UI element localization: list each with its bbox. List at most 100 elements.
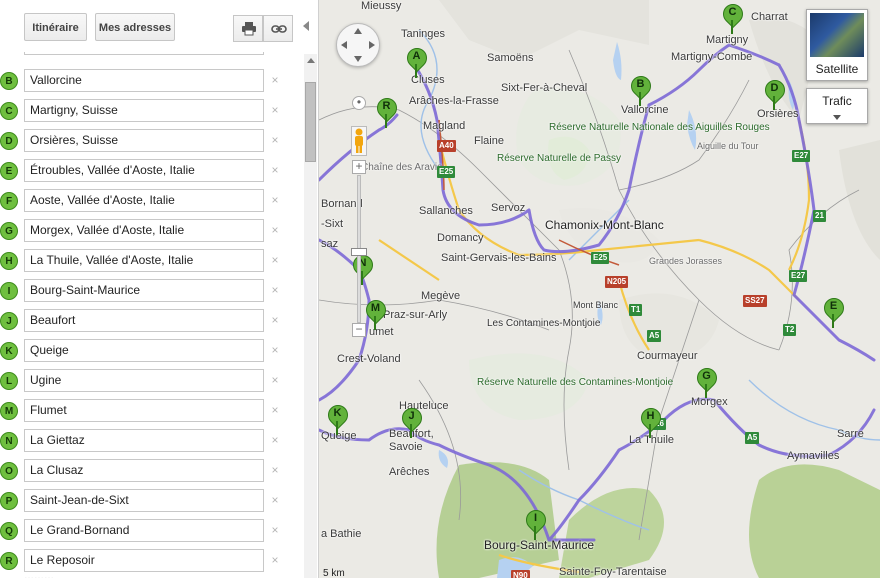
- waypoint-input[interactable]: Bourg-Saint-Maurice: [24, 279, 264, 302]
- scroll-up-icon[interactable]: [307, 58, 315, 63]
- remove-waypoint-button[interactable]: ×: [269, 493, 281, 507]
- waypoint-pin-c[interactable]: C: [718, 0, 748, 36]
- my-addresses-button[interactable]: Mes adresses: [95, 13, 175, 41]
- road-shield-e25-b: E25: [591, 252, 610, 264]
- zoom-slider-knob[interactable]: [351, 248, 367, 256]
- street-view-pegman[interactable]: [351, 126, 367, 156]
- remove-waypoint-button[interactable]: ×: [269, 163, 281, 177]
- waypoint-row: M Flumet ×: [0, 395, 300, 425]
- sidebar-scrollbar[interactable]: [304, 54, 317, 578]
- remove-waypoint-button[interactable]: ×: [269, 223, 281, 237]
- waypoint-row: I Bourg-Saint-Maurice ×: [0, 275, 300, 305]
- link-button[interactable]: [263, 15, 293, 42]
- remove-waypoint-button[interactable]: ×: [269, 73, 281, 87]
- remove-waypoint-button[interactable]: ×: [269, 433, 281, 447]
- road-shield-21: 21: [813, 210, 826, 222]
- road-shield-a40: A40: [437, 140, 456, 152]
- waypoint-row: L Ugine ×: [0, 365, 300, 395]
- remove-waypoint-button[interactable]: ×: [269, 463, 281, 477]
- waypoint-input[interactable]: Aoste, Vallée d'Aoste, Italie: [24, 189, 264, 212]
- place-charrat: Charrat: [751, 11, 788, 23]
- waypoint-input[interactable]: Ugine: [24, 369, 264, 392]
- place-praz-sur-arly: Praz-sur-Arly: [383, 309, 448, 321]
- waypoint-row: B Vallorcine ×: [0, 65, 300, 95]
- zoom-in-button[interactable]: +: [352, 160, 366, 174]
- map-canvas[interactable]: Mieussy Taninges Samoëns Cluses Sixt-Fer…: [319, 0, 880, 578]
- waypoint-input[interactable]: Queige: [24, 339, 264, 362]
- remove-waypoint-button[interactable]: ×: [269, 283, 281, 297]
- remove-waypoint-button[interactable]: ×: [269, 103, 281, 117]
- sidebar-footnote: ………: [24, 571, 54, 578]
- waypoint-input[interactable]: La Clusaz: [24, 459, 264, 482]
- place-samoens: Samoëns: [487, 52, 534, 64]
- remove-waypoint-button[interactable]: ×: [269, 523, 281, 537]
- waypoint-marker-icon: D: [0, 132, 18, 150]
- place-sallanches: Sallanches: [419, 205, 473, 217]
- waypoint-pin-r[interactable]: R: [372, 93, 402, 130]
- remove-waypoint-button[interactable]: ×: [269, 343, 281, 357]
- print-button[interactable]: [233, 15, 263, 42]
- collapse-panel-button[interactable]: [300, 18, 312, 34]
- waypoint-input[interactable]: Le Grand-Bornand: [24, 519, 264, 542]
- waypoint-marker-icon: B: [0, 72, 18, 90]
- sidebar-toolbar: Itinéraire Mes adresses: [0, 0, 318, 52]
- satellite-toggle[interactable]: Satellite: [806, 9, 868, 81]
- place-martigny-combe: Martigny-Combe: [671, 51, 753, 63]
- waypoint-input[interactable]: La Giettaz: [24, 429, 264, 452]
- place-aymavilles: Aymavilles: [787, 450, 840, 462]
- remove-waypoint-button[interactable]: ×: [269, 553, 281, 567]
- waypoint-marker-icon: I: [0, 282, 18, 300]
- waypoint-pin-m[interactable]: M: [361, 295, 391, 332]
- place-flaine: Flaine: [474, 135, 504, 147]
- waypoint-pin-n[interactable]: N: [348, 250, 378, 287]
- place-taninges: Taninges: [401, 28, 446, 40]
- waypoint-input[interactable]: Orsières, Suisse: [24, 129, 264, 152]
- waypoint-input[interactable]: Martigny, Suisse: [24, 99, 264, 122]
- road-shield-a5-b: A5: [745, 432, 760, 444]
- chevron-down-icon: [833, 115, 841, 120]
- waypoint-input[interactable]: Saint-Jean-de-Sixt: [24, 489, 264, 512]
- waypoint-pin-d[interactable]: D: [760, 75, 790, 112]
- waypoint-input[interactable]: Morgex, Vallée d'Aoste, Italie: [24, 219, 264, 242]
- place-servoz: Servoz: [491, 202, 526, 214]
- waypoint-row: H La Thuile, Vallée d'Aoste, Italie ×: [0, 245, 300, 275]
- pan-control[interactable]: [336, 23, 380, 75]
- waypoint-pin-j[interactable]: J: [397, 403, 427, 440]
- waypoint-marker-icon: G: [0, 222, 18, 240]
- waypoint-input[interactable]: Le Reposoir: [24, 549, 264, 572]
- waypoint-list: B Vallorcine × C Martigny, Suisse × D Orsières,…: [0, 52, 300, 578]
- traffic-dropdown[interactable]: Trafic: [806, 88, 868, 124]
- waypoint-input[interactable]: Flumet: [24, 399, 264, 422]
- zoom-reset-button[interactable]: •: [352, 96, 366, 110]
- remove-waypoint-button[interactable]: ×: [269, 373, 281, 387]
- remove-waypoint-button[interactable]: ×: [269, 403, 281, 417]
- itinerary-button[interactable]: Itinéraire: [24, 13, 87, 41]
- waypoint-input[interactable]: Vallorcine: [24, 69, 264, 92]
- pan-arrows-icon: [341, 28, 375, 62]
- waypoint-pin-b[interactable]: B: [626, 71, 656, 108]
- waypoint-input[interactable]: Étroubles, Vallée d'Aoste, Italie: [24, 159, 264, 182]
- place-sixt-short: -Sixt: [321, 218, 343, 230]
- waypoint-pin-a[interactable]: A: [402, 43, 432, 80]
- zoom-out-button[interactable]: −: [352, 323, 366, 337]
- scroll-thumb[interactable]: [305, 82, 316, 162]
- place-reserve-contamines: Réserve Naturelle des Contamines-Montjoi…: [477, 377, 674, 388]
- waypoint-input[interactable]: Beaufort: [24, 309, 264, 332]
- remove-waypoint-button[interactable]: ×: [269, 313, 281, 327]
- remove-waypoint-button[interactable]: ×: [269, 253, 281, 267]
- waypoint-pin-k[interactable]: K: [323, 400, 353, 437]
- satellite-thumbnail: [810, 13, 864, 57]
- remove-waypoint-button[interactable]: ×: [269, 193, 281, 207]
- waypoint-marker-icon: R: [0, 552, 18, 570]
- waypoint-pin-h[interactable]: H: [636, 403, 666, 440]
- place-sainte-foy: Sainte-Foy-Tarentaise: [559, 566, 667, 578]
- waypoint-pin-i[interactable]: I: [521, 505, 551, 542]
- place-grandes-jorasses: Grandes Jorasses: [649, 256, 723, 266]
- road-shield-e27: E27: [792, 150, 811, 162]
- waypoint-pin-g[interactable]: G: [692, 363, 722, 400]
- waypoint-marker-icon: N: [0, 432, 18, 450]
- waypoint-input[interactable]: La Thuile, Vallée d'Aoste, Italie: [24, 249, 264, 272]
- waypoint-marker-icon: H: [0, 252, 18, 270]
- remove-waypoint-button[interactable]: ×: [269, 133, 281, 147]
- waypoint-pin-e[interactable]: E: [819, 293, 849, 330]
